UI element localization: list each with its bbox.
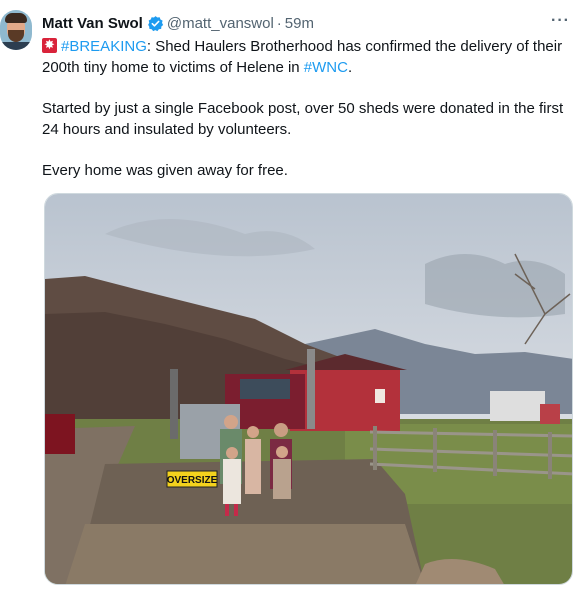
timestamp[interactable]: 59m (285, 15, 314, 32)
small-red-shed (540, 404, 560, 424)
truck-exhaust (170, 369, 178, 439)
tweet-photo[interactable]: OVERSIZE (44, 193, 573, 585)
avatar-beard (8, 30, 24, 42)
red-car (45, 414, 75, 454)
paragraph-1-end: . (347, 59, 353, 76)
gravel (65, 524, 425, 584)
avatar-hair (5, 13, 27, 23)
truck-windshield (240, 379, 290, 399)
separator-dot: · (276, 14, 282, 32)
avatar-shirt (0, 42, 32, 50)
verified-badge-icon (147, 15, 164, 31)
avatar[interactable] (0, 10, 32, 50)
rotating-light-icon (42, 36, 57, 53)
photo-scene: OVERSIZE (45, 194, 572, 584)
shed-window (375, 389, 385, 403)
oversize-sign-text: OVERSIZE (167, 475, 218, 486)
tweet-text: #BREAKING: Shed Haulers Brotherhood has … (42, 36, 570, 201)
paragraph-1: #BREAKING: Shed Haulers Brotherhood has … (42, 36, 570, 78)
rv-trailer (490, 391, 545, 421)
truck-exhaust (307, 349, 315, 429)
hashtag-wnc[interactable]: #WNC (304, 59, 348, 76)
hashtag-breaking[interactable]: #BREAKING (61, 38, 147, 55)
author-handle[interactable]: @matt_vanswol (167, 15, 274, 32)
paragraph-3: Every home was given away for free. (42, 162, 288, 179)
paragraph-2: Started by just a single Facebook post, … (42, 100, 564, 138)
more-options-icon[interactable]: ··· (551, 12, 570, 30)
tweet[interactable]: Matt Van Swol @matt_vanswol · 59m ··· #B… (0, 0, 580, 592)
author-name[interactable]: Matt Van Swol (42, 15, 143, 32)
tweet-header: Matt Van Swol @matt_vanswol · 59m (42, 12, 314, 34)
